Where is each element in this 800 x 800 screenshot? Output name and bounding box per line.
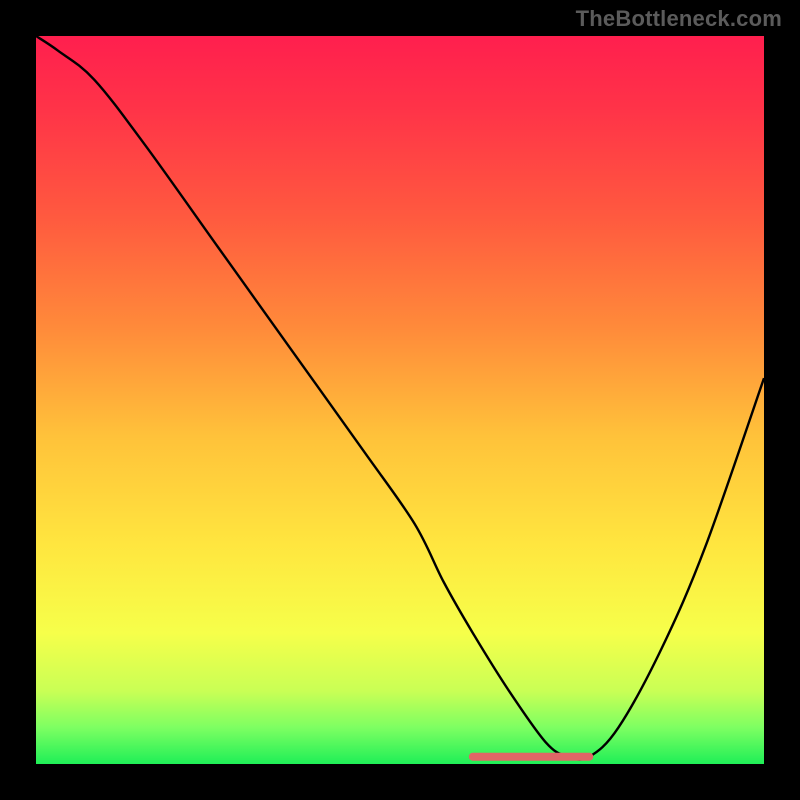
watermark-text: TheBottleneck.com	[576, 6, 782, 32]
chart-svg	[36, 36, 764, 764]
plot-area	[36, 36, 764, 764]
frame: TheBottleneck.com	[0, 0, 800, 800]
